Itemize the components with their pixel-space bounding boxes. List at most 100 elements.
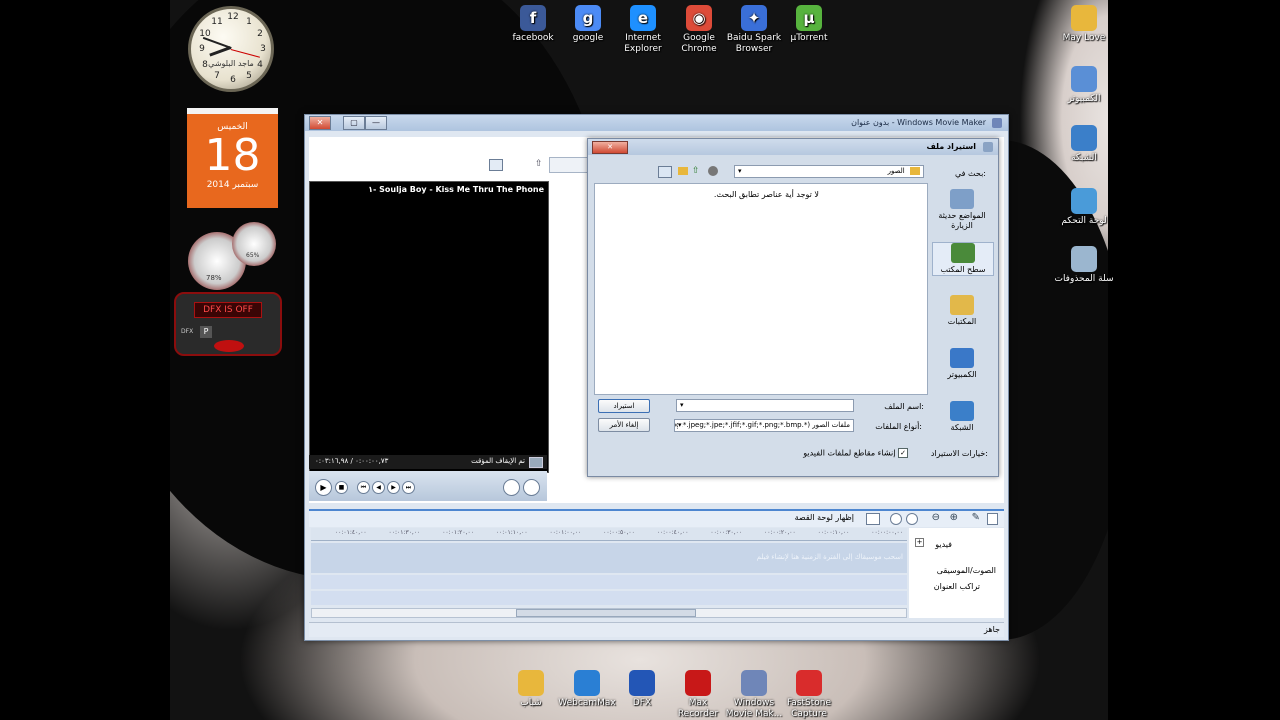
audio-track-row[interactable]: [311, 575, 907, 589]
desktop-icon-facebook[interactable]: f facebook: [503, 5, 563, 44]
expand-icon[interactable]: +: [915, 538, 924, 547]
baidu-spark-icon: ✦: [741, 5, 767, 31]
timeline-play-icon[interactable]: [890, 513, 902, 525]
network-icon: [1071, 125, 1097, 151]
zoom-out-icon[interactable]: ⊖: [932, 512, 940, 523]
desktop-icon-faststone-capture[interactable]: FastStone Capture: [779, 670, 839, 720]
desktop-icon-computer[interactable]: الكمبيوتر: [1054, 66, 1114, 105]
desktop-icon-network[interactable]: الشبكة: [1054, 125, 1114, 164]
status-text: جاهز: [983, 625, 1000, 634]
desktop-icon-label: Internet Explorer: [624, 33, 662, 54]
memory-meter-gadget[interactable]: 65%: [232, 222, 276, 266]
look-in-select[interactable]: الصور ▾: [734, 165, 924, 178]
player-time: ٠:٠٠:٠٠,٧٣ / ٠:٠٣:١٦,٩٨: [315, 457, 389, 465]
player-status: تم الإيقاف المؤقت: [471, 457, 525, 465]
options-label: خيارات الاستيراد:: [930, 449, 988, 458]
track-label-title-overlay: تراكب العنوان: [933, 582, 980, 591]
desktop-icon-movie-maker[interactable]: Windows Movie Mak...: [724, 670, 784, 720]
filetype-select[interactable]: ملفات الصور (*.jpg;*.jpeg;*.jpe;*.jfif;*…: [674, 419, 854, 432]
views-icon[interactable]: [489, 159, 503, 171]
chevron-down-icon[interactable]: ▾: [680, 400, 684, 411]
dfx-p-button[interactable]: P: [200, 326, 212, 338]
place-item[interactable]: المكتبات: [932, 295, 992, 327]
audio-levels-icon[interactable]: [987, 513, 998, 525]
desktop-icon-label: شباب: [520, 698, 542, 708]
desktop-icon-folder[interactable]: شباب: [501, 670, 561, 709]
desktop-icon-webcammax[interactable]: WebcamMax: [557, 670, 617, 709]
import-button[interactable]: استيراد: [598, 399, 650, 413]
forward-button[interactable]: ▶: [387, 481, 400, 494]
next-frame-button[interactable]: ⏭: [402, 481, 415, 494]
fullscreen-icon[interactable]: [529, 457, 543, 468]
desktop-icon-label: May Love: [1062, 33, 1106, 43]
desktop-icon-google[interactable]: g google: [558, 5, 618, 44]
file-list[interactable]: لا توجد أية عناصر تطابق البحث.: [594, 183, 928, 395]
rewind-button[interactable]: ◀: [372, 481, 385, 494]
filename-input[interactable]: ▾: [676, 399, 854, 412]
zoom-in-icon[interactable]: ⊕: [950, 512, 958, 523]
dialog-close-button[interactable]: ✕: [592, 141, 628, 154]
storyboard-toggle[interactable]: إظهار لوحة القصة: [795, 513, 854, 522]
desktop-icon-utorrent[interactable]: µ µTorrent: [779, 5, 839, 44]
split-clip-button[interactable]: [503, 479, 520, 496]
close-button[interactable]: ✕: [309, 116, 331, 130]
status-bar: جاهز: [309, 622, 1004, 637]
desktop-icon-baidu-spark[interactable]: ✦ Baidu Spark Browser: [724, 5, 784, 55]
desktop-icon-recycle-bin[interactable]: سلة المحذوفات: [1054, 246, 1114, 285]
dfx-gadget[interactable]: DFX IS OFF DFX P: [174, 292, 282, 356]
desktop-icon-dfx[interactable]: DFX: [612, 670, 672, 709]
up-folder-icon[interactable]: ⇧: [692, 166, 700, 176]
desktop-icon-chrome[interactable]: ◉ Google Chrome: [669, 5, 729, 55]
place-item[interactable]: المواضع حديثة الزيارة: [932, 189, 992, 231]
timeline-rewind-icon[interactable]: [906, 513, 918, 525]
timeline-scrollbar-thumb[interactable]: [516, 609, 696, 617]
timeline-view-icon[interactable]: [866, 513, 880, 525]
place-item[interactable]: الشبكة: [932, 401, 992, 433]
place-icon: [950, 189, 974, 209]
snapshot-button[interactable]: [523, 479, 540, 496]
calendar-day: 18: [204, 130, 261, 181]
desktop-icon-label: google: [572, 33, 604, 43]
cancel-button[interactable]: إلغاء الأمر: [598, 418, 650, 432]
clock-owner-name: ماجد البلوشي: [208, 59, 254, 68]
place-item[interactable]: الكمبيوتر: [932, 348, 992, 380]
video-track-row[interactable]: اسحب موسيقاك إلى الفترة الزمنية هنا لإنش…: [311, 543, 907, 573]
create-clips-checkbox[interactable]: ✓: [898, 448, 908, 458]
clock-gadget[interactable]: 12 3 6 9 1 2 4 5 7 8 10 11 ماجد البلوشي: [188, 6, 274, 92]
ruler-tick-label: ٠٠:٠٠:٠٠,٠٠: [871, 529, 903, 536]
previous-frame-button[interactable]: ⏮: [357, 481, 370, 494]
back-icon[interactable]: [708, 166, 718, 176]
calendar-gadget[interactable]: الخميس 18 سبتمبر 2014: [187, 108, 278, 208]
new-folder-icon[interactable]: [678, 167, 688, 175]
chevron-down-icon[interactable]: ▾: [738, 166, 742, 177]
maximize-button[interactable]: ▢: [343, 116, 365, 130]
chevron-down-icon[interactable]: ▾: [678, 420, 682, 431]
import-file-dialog[interactable]: ✕ استيراد ملف بحث في: الصور ▾ ⇧ لا توجد …: [587, 138, 999, 477]
narrate-icon[interactable]: ✎: [972, 512, 980, 523]
webcammax-icon: [574, 670, 600, 696]
toolbar: [549, 157, 591, 173]
dfx-power-button[interactable]: [214, 340, 244, 352]
play-button[interactable]: ▶: [315, 479, 332, 496]
desktop-icon-label: FastStone Capture: [786, 698, 832, 719]
desktop-icon-max-recorder[interactable]: Max Recorder: [668, 670, 728, 720]
place-icon: [951, 243, 975, 263]
place-icon: [950, 401, 974, 421]
stop-button[interactable]: ■: [335, 481, 348, 494]
movie-maker-titlebar[interactable]: ✕ ▢ — بدون عنوان - Windows Movie Maker: [305, 115, 1008, 131]
minimize-button[interactable]: —: [365, 116, 387, 130]
title-overlay-track-row[interactable]: [311, 591, 907, 605]
desktop-icon-label: لوحة التحكم: [1061, 216, 1107, 226]
desktop-icon-control-panel[interactable]: لوحة التحكم: [1054, 188, 1114, 227]
desktop-icon-folder[interactable]: May Love: [1054, 5, 1114, 44]
desktop-icon-label: WebcamMax: [558, 698, 616, 708]
place-item[interactable]: سطح المكتب: [932, 242, 994, 276]
dialog-titlebar[interactable]: ✕ استيراد ملف: [588, 139, 998, 155]
desktop-icon-internet-explorer[interactable]: e Internet Explorer: [613, 5, 673, 55]
views-icon[interactable]: [658, 166, 672, 178]
create-clips-option[interactable]: ✓ إنشاء مقاطع لملفات الفيديو: [758, 448, 908, 460]
desktop-icon-label: Windows Movie Mak...: [725, 698, 783, 719]
timeline-scrollbar[interactable]: [311, 608, 907, 618]
up-folder-icon[interactable]: ⇧: [535, 159, 545, 169]
ruler-tick-label: ٠٠:٠٠:٢٠,٠٠: [764, 529, 796, 536]
